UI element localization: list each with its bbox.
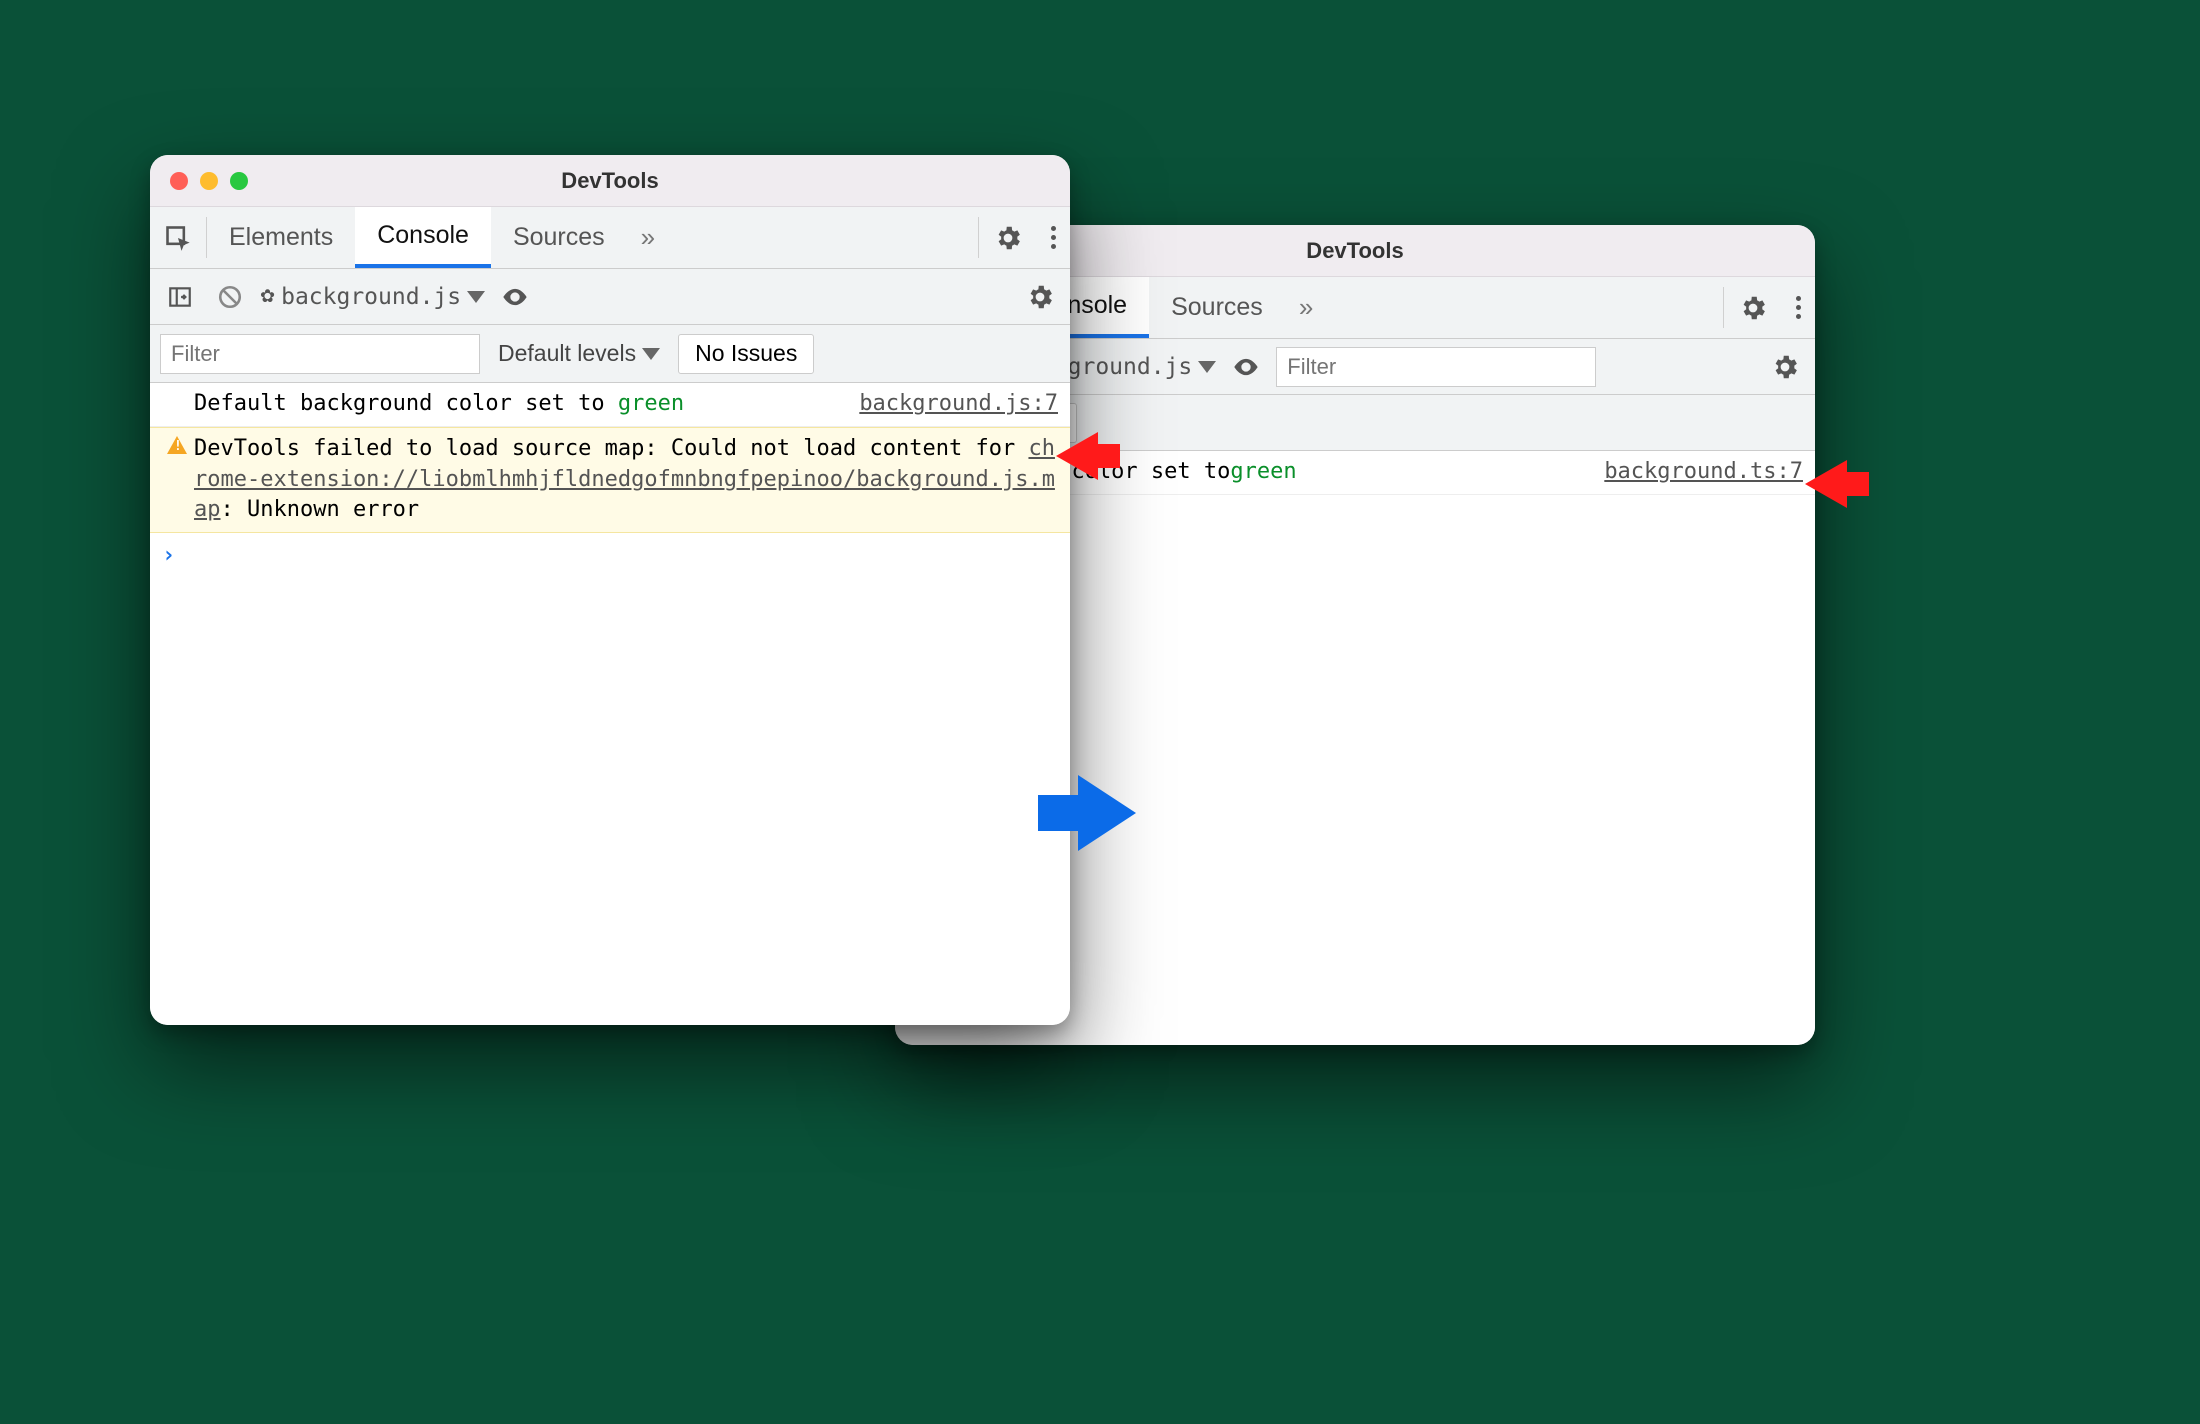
- gear-icon: [993, 223, 1023, 253]
- titlebar: DevTools: [150, 155, 1070, 207]
- more-vertical-icon: [1051, 226, 1056, 249]
- live-expression-button[interactable]: [495, 277, 535, 317]
- eye-icon: [501, 283, 529, 311]
- log-text: Default background color set to: [194, 391, 618, 416]
- tab-sources[interactable]: Sources: [491, 207, 627, 268]
- inspect-button[interactable]: [150, 207, 206, 268]
- chevron-down-icon: [642, 348, 660, 360]
- console-filterbar: Default levels No Issues: [150, 325, 1070, 383]
- tab-label: Sources: [1171, 293, 1263, 322]
- console-prompt-row[interactable]: ›: [150, 533, 1070, 578]
- tab-label: Sources: [513, 223, 605, 252]
- tab-sources[interactable]: Sources: [1149, 277, 1285, 338]
- eye-icon: [1232, 353, 1260, 381]
- issues-label: No Issues: [695, 340, 797, 367]
- blue-arrow-annotation: [1078, 775, 1136, 851]
- settings-button[interactable]: [979, 207, 1037, 268]
- settings-button[interactable]: [1724, 277, 1782, 338]
- more-tabs-button[interactable]: »: [1285, 277, 1327, 338]
- console-output: background.js:7 Default background color…: [150, 383, 1070, 1025]
- tab-label: Console: [377, 221, 469, 250]
- more-vertical-icon: [1796, 296, 1801, 319]
- gear-icon: [1738, 293, 1768, 323]
- minimize-dot[interactable]: [200, 172, 218, 190]
- chevron-down-icon: [1198, 361, 1216, 373]
- red-arrow-annotation-right: [1805, 460, 1847, 508]
- filter-input[interactable]: [160, 334, 480, 374]
- live-expression-button[interactable]: [1226, 347, 1266, 387]
- traffic-lights: [170, 172, 248, 190]
- gutter: [160, 434, 194, 526]
- warning-prefix: DevTools failed to load source map: Coul…: [194, 436, 1028, 461]
- console-settings-button[interactable]: [1765, 347, 1805, 387]
- gear-icon: [1770, 352, 1800, 382]
- kebab-menu-button[interactable]: [1782, 277, 1815, 338]
- chevron-right-double-icon: »: [641, 222, 655, 253]
- gear-icon: [1025, 282, 1055, 312]
- console-settings-button[interactable]: [1020, 277, 1060, 317]
- clear-console-button[interactable]: [210, 277, 250, 317]
- sidebar-icon: [167, 284, 193, 310]
- log-row: background.js:7 Default background color…: [150, 383, 1070, 427]
- red-arrow-annotation-left: [1056, 432, 1098, 480]
- window-title: DevTools: [1306, 238, 1403, 264]
- tab-console[interactable]: Console: [355, 207, 491, 268]
- tab-elements[interactable]: Elements: [207, 207, 355, 268]
- warning-icon: [167, 436, 187, 454]
- context-label: background.js: [281, 284, 461, 310]
- zoom-dot[interactable]: [230, 172, 248, 190]
- log-source-link[interactable]: background.ts:7: [1592, 457, 1803, 488]
- kebab-menu-button[interactable]: [1037, 207, 1070, 268]
- context-selector[interactable]: ✿ background.js: [260, 284, 485, 310]
- issues-button[interactable]: No Issues: [678, 334, 814, 374]
- log-color-word: green: [1230, 457, 1296, 488]
- ban-icon: [217, 284, 243, 310]
- prompt-chevron-icon: ›: [162, 543, 175, 568]
- log-color-word: green: [618, 391, 684, 416]
- window-title: DevTools: [561, 168, 658, 194]
- main-tabbar: Elements Console Sources »: [150, 207, 1070, 269]
- gear-small-icon: ✿: [260, 286, 275, 307]
- devtools-window-left: DevTools Elements Console Sources »: [150, 155, 1070, 1025]
- close-dot[interactable]: [170, 172, 188, 190]
- gutter: [160, 389, 194, 420]
- tab-label: Elements: [229, 223, 333, 252]
- log-message: background.js:7 Default background color…: [194, 389, 1058, 420]
- more-tabs-button[interactable]: »: [627, 207, 669, 268]
- levels-label: Default levels: [498, 340, 636, 367]
- sidebar-toggle-button[interactable]: [160, 277, 200, 317]
- filter-input[interactable]: [1276, 347, 1596, 387]
- warning-row: DevTools failed to load source map: Coul…: [150, 427, 1070, 533]
- console-toolbar: ✿ background.js: [150, 269, 1070, 325]
- log-source-link[interactable]: background.js:7: [847, 389, 1058, 420]
- warning-suffix: : Unknown error: [221, 497, 420, 522]
- chevron-down-icon: [467, 291, 485, 303]
- levels-selector[interactable]: Default levels: [498, 340, 660, 367]
- warning-message: DevTools failed to load source map: Coul…: [194, 434, 1058, 526]
- chevron-right-double-icon: »: [1299, 292, 1313, 323]
- inspect-icon: [164, 224, 192, 252]
